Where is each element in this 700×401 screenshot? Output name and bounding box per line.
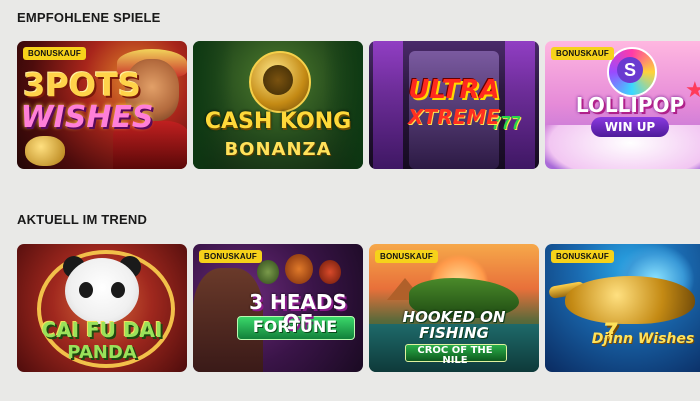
game-tile-lollipop-win-up[interactable]: S ★ LOLLIPOP WIN UP BONUSKAUF [545,41,700,169]
game-logo-line2: PANDA [67,342,137,363]
game-tile-3-heads-of-fortune[interactable]: 3 HEADS OF FORTUNE BONUSKAUF [193,244,363,372]
game-tile-hooked-on-fishing[interactable]: HOOKED ON FISHING CROC OF THE NILE BONUS… [369,244,539,372]
kong-face [263,65,293,95]
game-tile-3-pots-of-wishes[interactable]: 3POTS WISHES BONUSKAUF [17,41,187,169]
game-logo-line2: WIN UP [604,120,656,134]
panda-eye-left [79,282,93,298]
bonus-buy-badge: BONUSKAUF [375,250,438,263]
game-logo-line2: FISHING [419,324,489,342]
section-title-trending: AKTUELL IM TREND [17,212,148,227]
game-logo-line2: WISHES [20,100,154,135]
game-logo-line1: LOLLIPOP [575,93,685,117]
game-tile-cash-kong-bonanza[interactable]: CASH KONG BONANZA [193,41,363,169]
game-logo-line1: CASH KONG [204,109,352,134]
game-tile-cai-fu-dai-panda[interactable]: CAI FU DAI PANDA [17,244,187,372]
game-tile-7-djinn-wishes[interactable]: 7 Djinn Wishes BONUSKAUF [545,244,700,372]
head-red [319,260,341,284]
head-green [257,260,279,284]
game-art [545,244,700,372]
game-logo-line1: CAI FU DAI [41,318,163,342]
panda-eye-right [111,282,125,298]
game-logo-line1: 3POTS [23,66,141,104]
bonus-buy-badge: BONUSKAUF [551,47,614,60]
bonus-buy-badge: BONUSKAUF [23,47,86,60]
gold-pot [25,136,65,166]
section-title-featured: EMPFOHLENE SPIELE [17,10,161,25]
game-logo-line1: ULTRA [408,75,500,105]
trending-games-row: CAI FU DAI PANDA 3 HEADS OF FORTUNE BONU… [17,244,700,372]
game-logo-line2: XTREME [408,105,500,129]
head-orange [285,254,313,284]
game-logo-line1: HOOKED ON [402,308,506,326]
game-logo-line2: BONANZA [224,139,332,160]
lollipop-letter: S [617,57,643,83]
panda-face [65,258,139,324]
game-logo-subtitle: CROC OF THE NILE [417,345,493,366]
bonus-buy-badge: BONUSKAUF [199,250,262,263]
magic-lamp [565,276,695,324]
game-logo-line2: FORTUNE [252,317,338,336]
game-tile-ultra-xtreme[interactable]: ULTRA XTREME 777 [369,41,539,169]
game-logo-line2: Djinn Wishes [591,331,695,347]
featured-games-row: 3POTS WISHES BONUSKAUF CASH KONG BONANZA… [17,41,700,169]
bonus-buy-badge: BONUSKAUF [551,250,614,263]
stage-light-right [505,41,535,169]
stage-light-left [373,41,403,169]
